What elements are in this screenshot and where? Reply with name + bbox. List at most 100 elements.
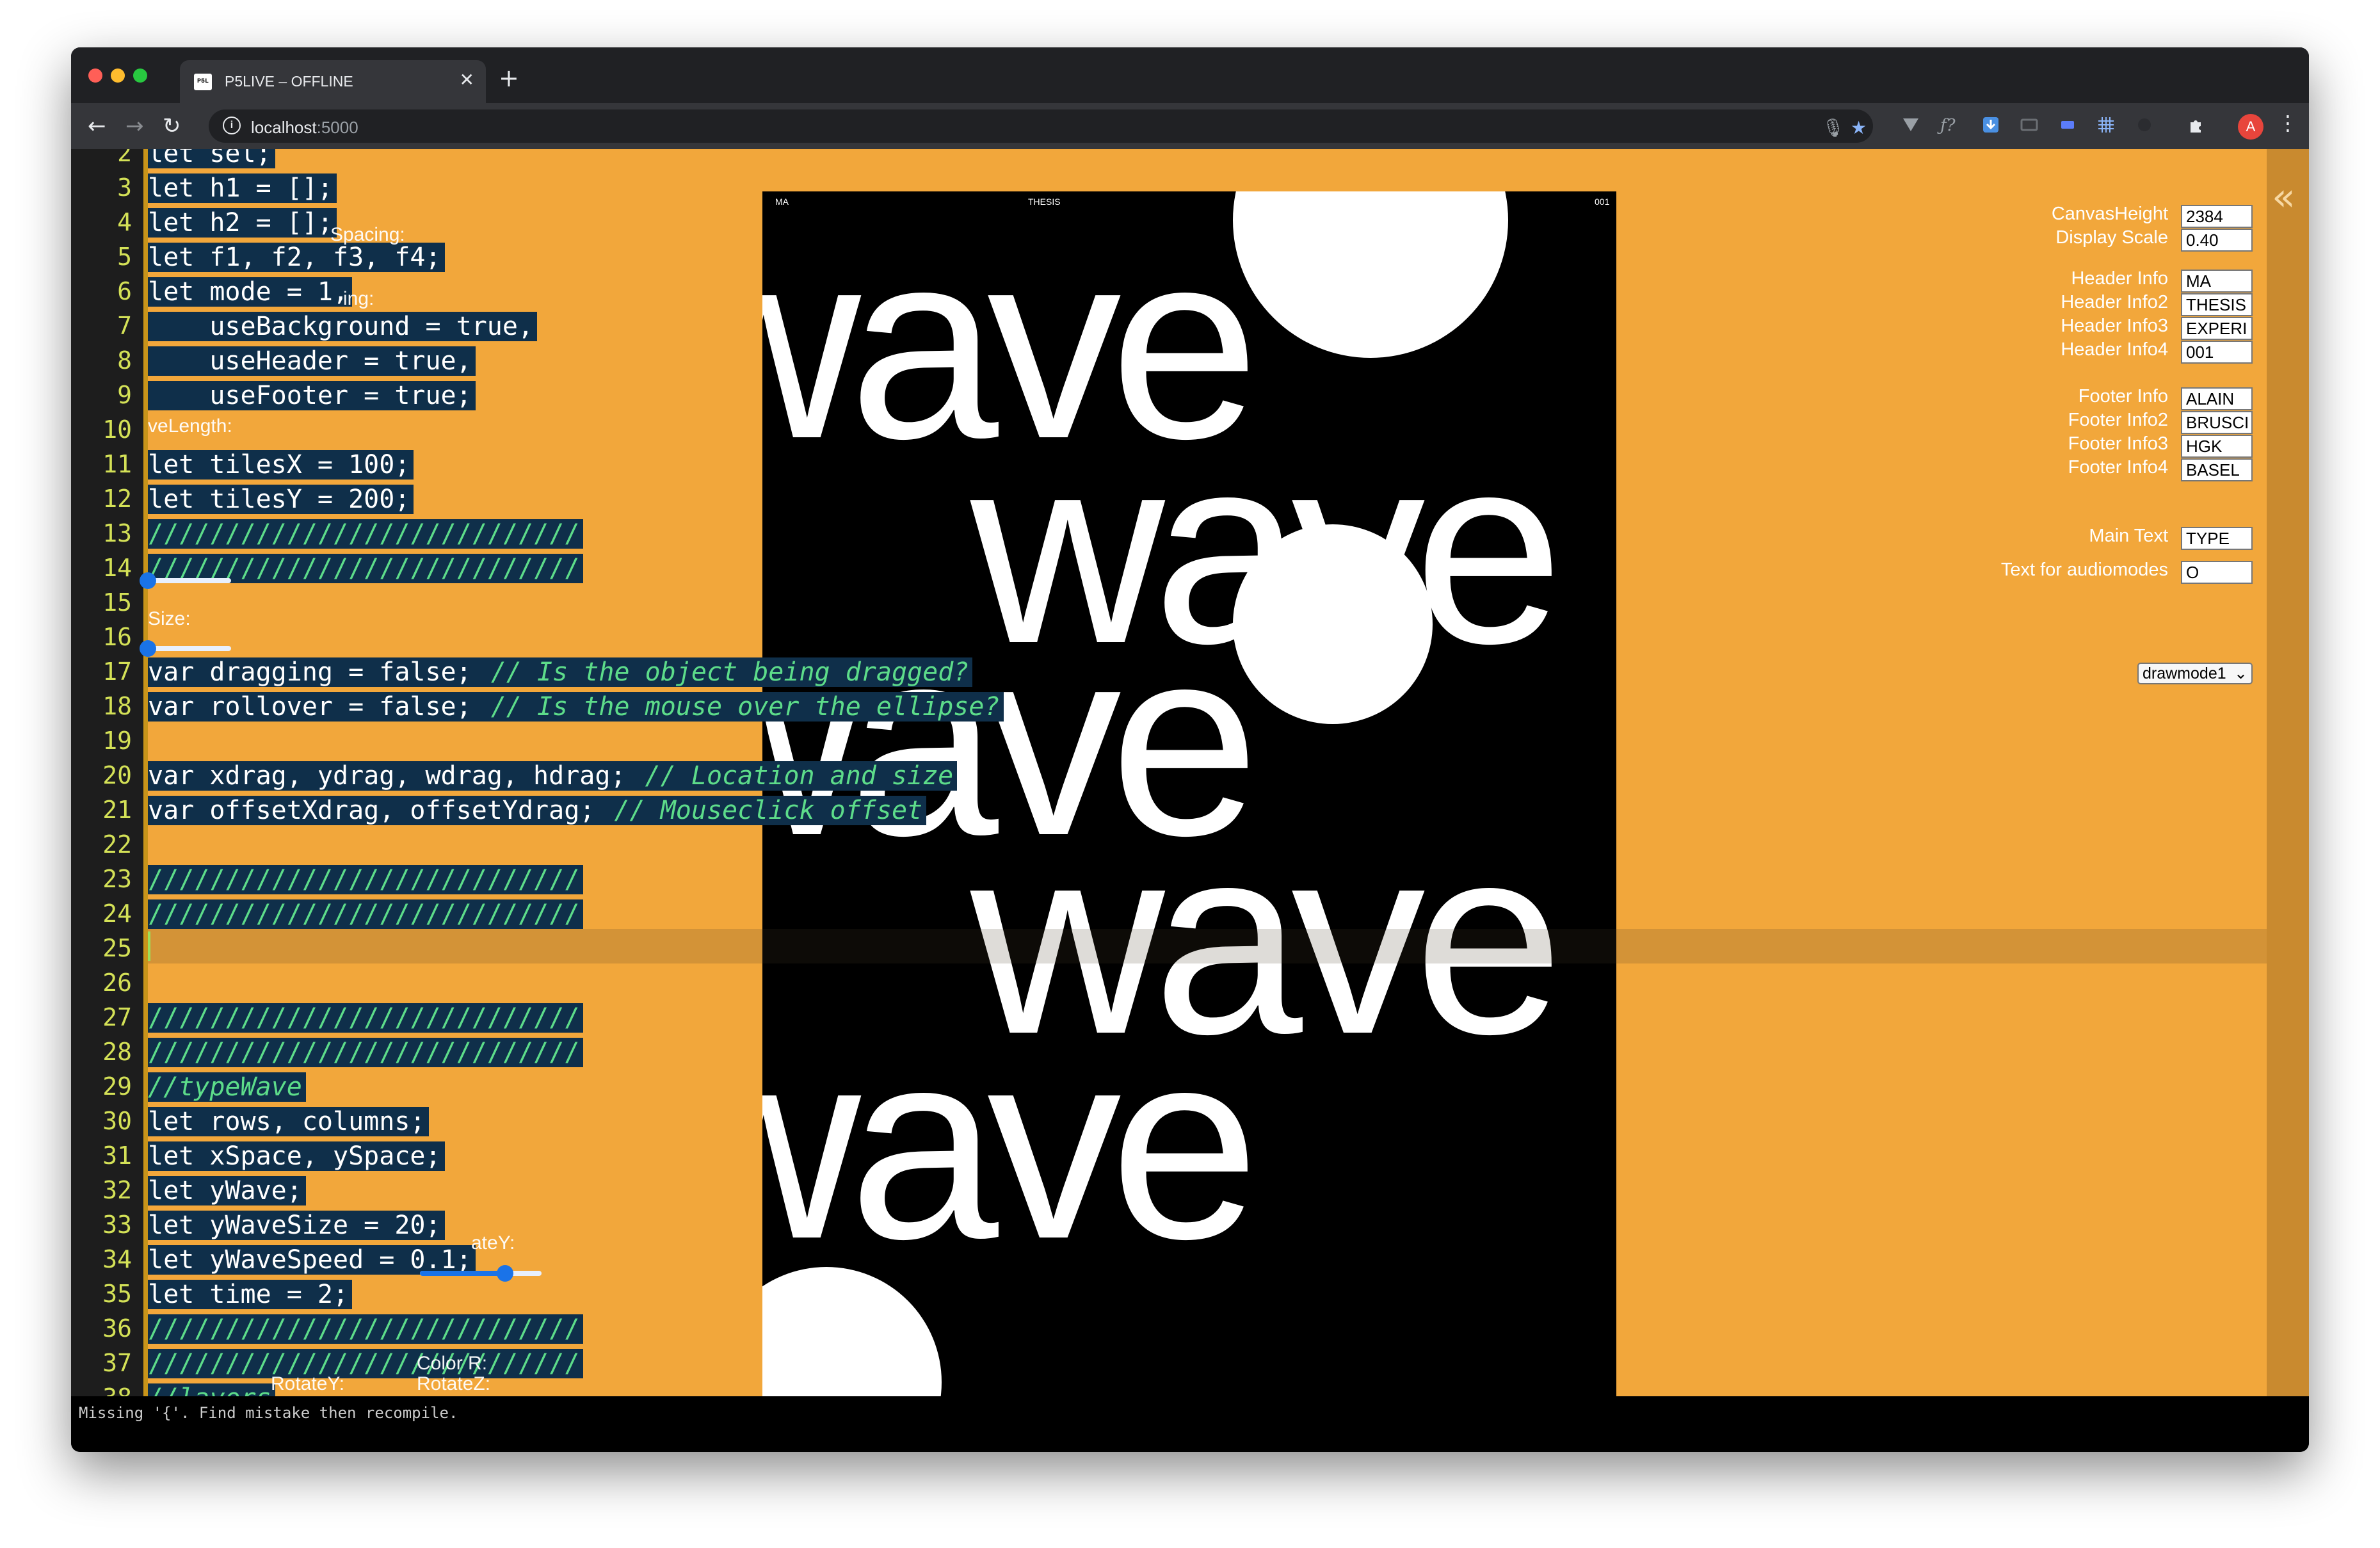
control-input[interactable]: 0.40 xyxy=(2181,229,2253,252)
wavelength-slider-knob[interactable] xyxy=(140,572,156,589)
vue-devtools-icon[interactable] xyxy=(1902,116,1920,134)
control-input[interactable]: THESIS xyxy=(2181,293,2253,316)
back-arrow-icon[interactable]: ← xyxy=(88,113,106,139)
code-line[interactable]: var offsetXdrag, offsetYdrag; // Mousecl… xyxy=(148,796,927,828)
line-number: 4 xyxy=(117,208,132,236)
code-line[interactable]: //////////////////////////// xyxy=(148,519,584,551)
rotate-slider-knob[interactable] xyxy=(497,1265,513,1282)
control-input[interactable]: O xyxy=(2181,561,2253,584)
code-line[interactable]: let yWave; xyxy=(148,1176,306,1208)
compile-console: Missing '{'. Find mistake then recompile… xyxy=(71,1396,2309,1452)
minimize-window-button[interactable] xyxy=(111,69,125,83)
line-number: 23 xyxy=(102,865,132,893)
code-line[interactable]: let time = 2; xyxy=(148,1280,353,1312)
url-text: localhost:5000 xyxy=(251,118,358,138)
control-input[interactable]: EXPERI xyxy=(2181,317,2253,340)
new-tab-button[interactable]: + xyxy=(499,64,519,92)
line-number: 19 xyxy=(102,727,132,755)
url-port: :5000 xyxy=(316,118,358,137)
code-text: useHeader = true, xyxy=(148,346,476,376)
line-number: 13 xyxy=(102,519,132,547)
control-input[interactable]: BASEL xyxy=(2181,458,2253,481)
download-extension-icon[interactable] xyxy=(1982,116,2000,134)
control-input[interactable]: HGK xyxy=(2181,435,2253,458)
code-text: //////////////////////////// xyxy=(148,1314,584,1344)
rotate-slider-fill xyxy=(420,1271,505,1276)
close-window-button[interactable] xyxy=(88,69,102,83)
control-input[interactable]: TYPE xyxy=(2181,527,2253,550)
control-input[interactable]: 2384 xyxy=(2181,205,2253,228)
control-label: Footer Info4 xyxy=(2068,457,2168,478)
reload-icon[interactable]: ↻ xyxy=(163,113,181,139)
code-text: var xdrag, ydrag, wdrag, hdrag; xyxy=(148,761,645,791)
size-slider-knob[interactable] xyxy=(140,640,156,657)
code-line[interactable]: var rollover = false; // Is the mouse ov… xyxy=(148,692,1004,724)
dark-extension-icon[interactable] xyxy=(2135,116,2153,134)
line-number: 7 xyxy=(117,312,132,340)
code-line[interactable]: //////////////////////////// xyxy=(148,1314,584,1346)
code-line[interactable]: let yWaveSize = 20; xyxy=(148,1211,445,1243)
line-number: 38 xyxy=(71,1383,132,1396)
code-text: //////////////////////////// xyxy=(148,865,584,894)
collapse-sidebar-icon[interactable]: « xyxy=(2272,175,2296,220)
line-number: 25 xyxy=(102,934,132,962)
control-input[interactable]: BRUSCI xyxy=(2181,411,2253,434)
rotatez-label: RotateZ: xyxy=(417,1373,491,1394)
control-input[interactable]: 001 xyxy=(2181,341,2253,364)
bookmark-star-icon[interactable]: ★ xyxy=(1851,117,1867,138)
code-line[interactable]: let tilesX = 100; xyxy=(148,450,414,482)
line-number: 12 xyxy=(102,485,132,513)
site-info-icon[interactable]: i xyxy=(223,117,241,134)
code-line[interactable]: let xSpace, ySpace; xyxy=(148,1141,445,1173)
code-line[interactable]: //////////////////////////// xyxy=(148,1349,584,1381)
line-number: 31 xyxy=(102,1141,132,1170)
code-line[interactable]: //////////////////////////// xyxy=(148,899,584,931)
code-text: var dragging = false; xyxy=(148,657,491,687)
code-line[interactable]: var dragging = false; // Is the object b… xyxy=(148,657,973,689)
line-number: 22 xyxy=(102,830,132,859)
code-line[interactable]: //////////////////////////// xyxy=(148,1003,584,1035)
forward-arrow-icon[interactable]: → xyxy=(125,113,144,139)
code-text: let h1 = []; xyxy=(148,173,337,203)
code-line[interactable]: let sel; xyxy=(148,149,275,171)
wavelength-slider[interactable] xyxy=(140,572,231,589)
code-line[interactable]: //////////////////////////// xyxy=(148,865,584,897)
control-input[interactable]: MA xyxy=(2181,270,2253,293)
address-bar[interactable]: i localhost:5000 🎙 ★ xyxy=(209,109,1873,143)
maximize-window-button[interactable] xyxy=(133,69,147,83)
screen-extension-icon[interactable] xyxy=(2020,116,2038,134)
code-line[interactable]: let h2 = []; xyxy=(148,208,337,240)
code-line[interactable]: //layers xyxy=(148,1383,275,1396)
function-extension-icon[interactable]: ƒ? xyxy=(1940,116,1958,135)
profile-avatar[interactable]: A xyxy=(2238,114,2263,140)
code-line[interactable]: var xdrag, ydrag, wdrag, hdrag; // Locat… xyxy=(148,761,958,793)
close-tab-icon[interactable]: ✕ xyxy=(460,69,474,90)
code-line[interactable]: let mode = 1, xyxy=(148,277,353,309)
code-line[interactable]: useFooter = true; xyxy=(148,381,476,413)
code-line[interactable]: let rows, columns; xyxy=(148,1107,430,1139)
rotate-slider[interactable] xyxy=(420,1265,542,1282)
microphone-icon[interactable]: 🎙 xyxy=(1822,117,1845,138)
blue-extension-icon[interactable] xyxy=(2059,116,2077,134)
code-line[interactable]: let tilesY = 200; xyxy=(148,485,414,517)
code-line[interactable]: //typeWave xyxy=(148,1072,306,1104)
sidebar-toggle-strip[interactable] xyxy=(2267,149,2309,1396)
drawmode-select[interactable]: drawmode1 ⌄ xyxy=(2137,663,2253,684)
line-number: 14 xyxy=(102,554,132,582)
control-label: Main Text xyxy=(2089,526,2168,546)
code-line[interactable]: //////////////////////////// xyxy=(148,1038,584,1070)
control-input[interactable]: ALAIN xyxy=(2181,387,2253,410)
line-number: 9 xyxy=(117,381,132,409)
extensions-puzzle-icon[interactable] xyxy=(2187,116,2205,134)
tab-p5live[interactable]: P5L P5LIVE – OFFLINE ✕ xyxy=(180,60,486,103)
code-line[interactable]: let f1, f2, f3, f4; xyxy=(148,243,445,275)
browser-menu-icon[interactable]: ⋮ xyxy=(2278,111,2298,135)
code-line[interactable]: let h1 = []; xyxy=(148,173,337,206)
line-number: 37 xyxy=(102,1349,132,1377)
text-cursor xyxy=(148,931,150,961)
size-slider[interactable] xyxy=(140,640,231,657)
grid-extension-icon[interactable] xyxy=(2097,116,2115,134)
code-line[interactable]: useHeader = true, xyxy=(148,346,476,378)
code-line[interactable]: useBackground = true, xyxy=(148,312,538,344)
code-area[interactable]: let sel; let h1 = []; let h2 = []; let f1, … xyxy=(148,149,2309,1396)
